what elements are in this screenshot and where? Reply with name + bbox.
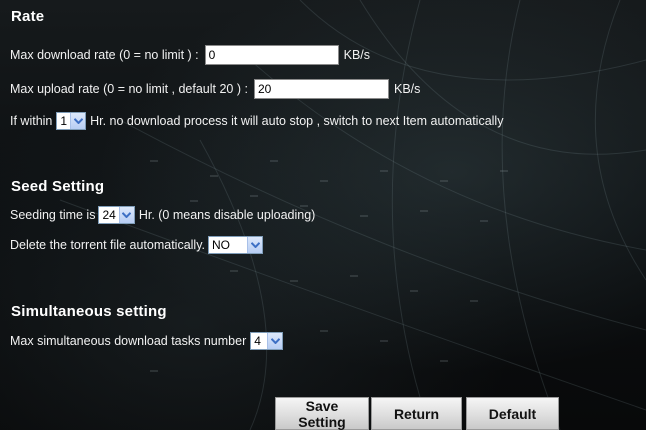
return-button[interactable]: Return	[371, 397, 462, 430]
chevron-down-icon	[118, 207, 134, 223]
max-download-input[interactable]	[204, 45, 339, 65]
chevron-down-icon	[247, 237, 263, 253]
max-upload-unit: KB/s	[393, 82, 421, 96]
auto-stop-row: If within 1 Hr. no download process it w…	[10, 110, 503, 132]
section-title-simultaneous: Simultaneous setting	[11, 303, 167, 320]
max-tasks-label: Max simultaneous download tasks number	[10, 334, 247, 348]
max-upload-row: Max upload rate (0 = no limit , default …	[10, 78, 420, 100]
section-title-rate: Rate	[11, 8, 45, 25]
chevron-down-icon	[70, 113, 86, 129]
delete-torrent-label: Delete the torrent file automatically.	[10, 238, 206, 252]
default-button[interactable]: Default	[466, 397, 559, 430]
auto-stop-suffix: Hr. no download process it will auto sto…	[90, 114, 504, 128]
max-tasks-select[interactable]: 4	[250, 332, 284, 350]
seeding-time-row: Seeding time is 24 Hr. (0 means disable …	[10, 204, 315, 226]
auto-stop-selected-value: 1	[60, 114, 68, 128]
save-setting-button[interactable]: Save Setting	[275, 397, 369, 430]
seeding-time-selected-value: 24	[102, 208, 116, 222]
max-tasks-selected-value: 4	[254, 334, 261, 348]
section-title-seed: Seed Setting	[11, 178, 105, 195]
delete-torrent-selected-value: NO	[212, 238, 231, 252]
max-upload-input[interactable]	[253, 79, 389, 99]
auto-stop-select[interactable]: 1	[56, 112, 87, 130]
bt-settings-panel: Rate Max download rate (0 = no limit ) :…	[0, 0, 646, 430]
seeding-time-suffix: Hr. (0 means disable uploading)	[138, 208, 316, 222]
max-download-unit: KB/s	[343, 48, 371, 62]
max-upload-label: Max upload rate (0 = no limit , default …	[10, 82, 248, 96]
seeding-time-select[interactable]: 24	[98, 206, 135, 224]
max-download-row: Max download rate (0 = no limit ) : KB/s	[10, 44, 370, 66]
seeding-time-prefix: Seeding time is	[10, 208, 96, 222]
max-download-label: Max download rate (0 = no limit ) :	[10, 48, 199, 62]
delete-torrent-select[interactable]: NO	[208, 236, 264, 254]
max-tasks-row: Max simultaneous download tasks number 4	[10, 330, 284, 352]
auto-stop-prefix: If within	[10, 114, 53, 128]
delete-torrent-row: Delete the torrent file automatically. N…	[10, 234, 264, 256]
chevron-down-icon	[267, 333, 283, 349]
